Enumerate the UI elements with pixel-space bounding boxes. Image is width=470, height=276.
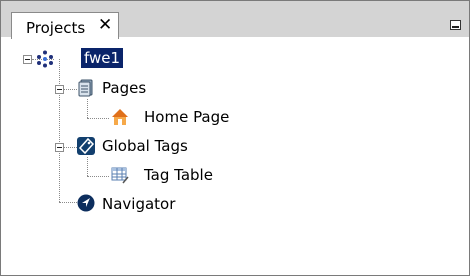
navigator-icon [77, 194, 95, 212]
pages-icon [78, 79, 93, 97]
close-icon[interactable]: ✕ [98, 17, 112, 34]
project-tree: fwe1 Pages Home Page Global Tags Tag Tab… [1, 39, 469, 275]
projects-panel: Projects ✕ fwe1 Pages Home Page Global T… [0, 0, 470, 276]
table-icon [111, 167, 129, 184]
collapse-root-icon[interactable] [23, 55, 32, 64]
panel-tabstrip: Projects ✕ [1, 1, 469, 39]
tree-line [59, 59, 61, 202]
tree-line [87, 118, 109, 120]
collapse-global-tags-icon[interactable] [55, 143, 64, 152]
tree-item-fwe1[interactable]: fwe1 [81, 48, 124, 68]
home-icon [112, 109, 128, 125]
tree-line [87, 176, 109, 178]
tree-item-tag-table[interactable]: Tag Table [144, 166, 213, 184]
tree-item-pages[interactable]: Pages [102, 79, 146, 97]
minimize-icon[interactable] [450, 20, 461, 30]
tab-projects[interactable]: Projects ✕ [11, 12, 119, 39]
collapse-pages-icon[interactable] [55, 85, 64, 94]
tag-icon [77, 137, 95, 155]
tree-line [59, 202, 77, 204]
tab-projects-label: Projects [26, 19, 86, 37]
tree-item-global-tags[interactable]: Global Tags [102, 137, 188, 155]
tree-line [87, 157, 89, 176]
tree-item-navigator[interactable]: Navigator [102, 195, 175, 213]
tree-item-home-page[interactable]: Home Page [144, 108, 229, 126]
tree-line [64, 147, 77, 149]
tree-line [87, 99, 89, 118]
project-network-icon [37, 50, 53, 68]
tree-line [64, 89, 77, 91]
